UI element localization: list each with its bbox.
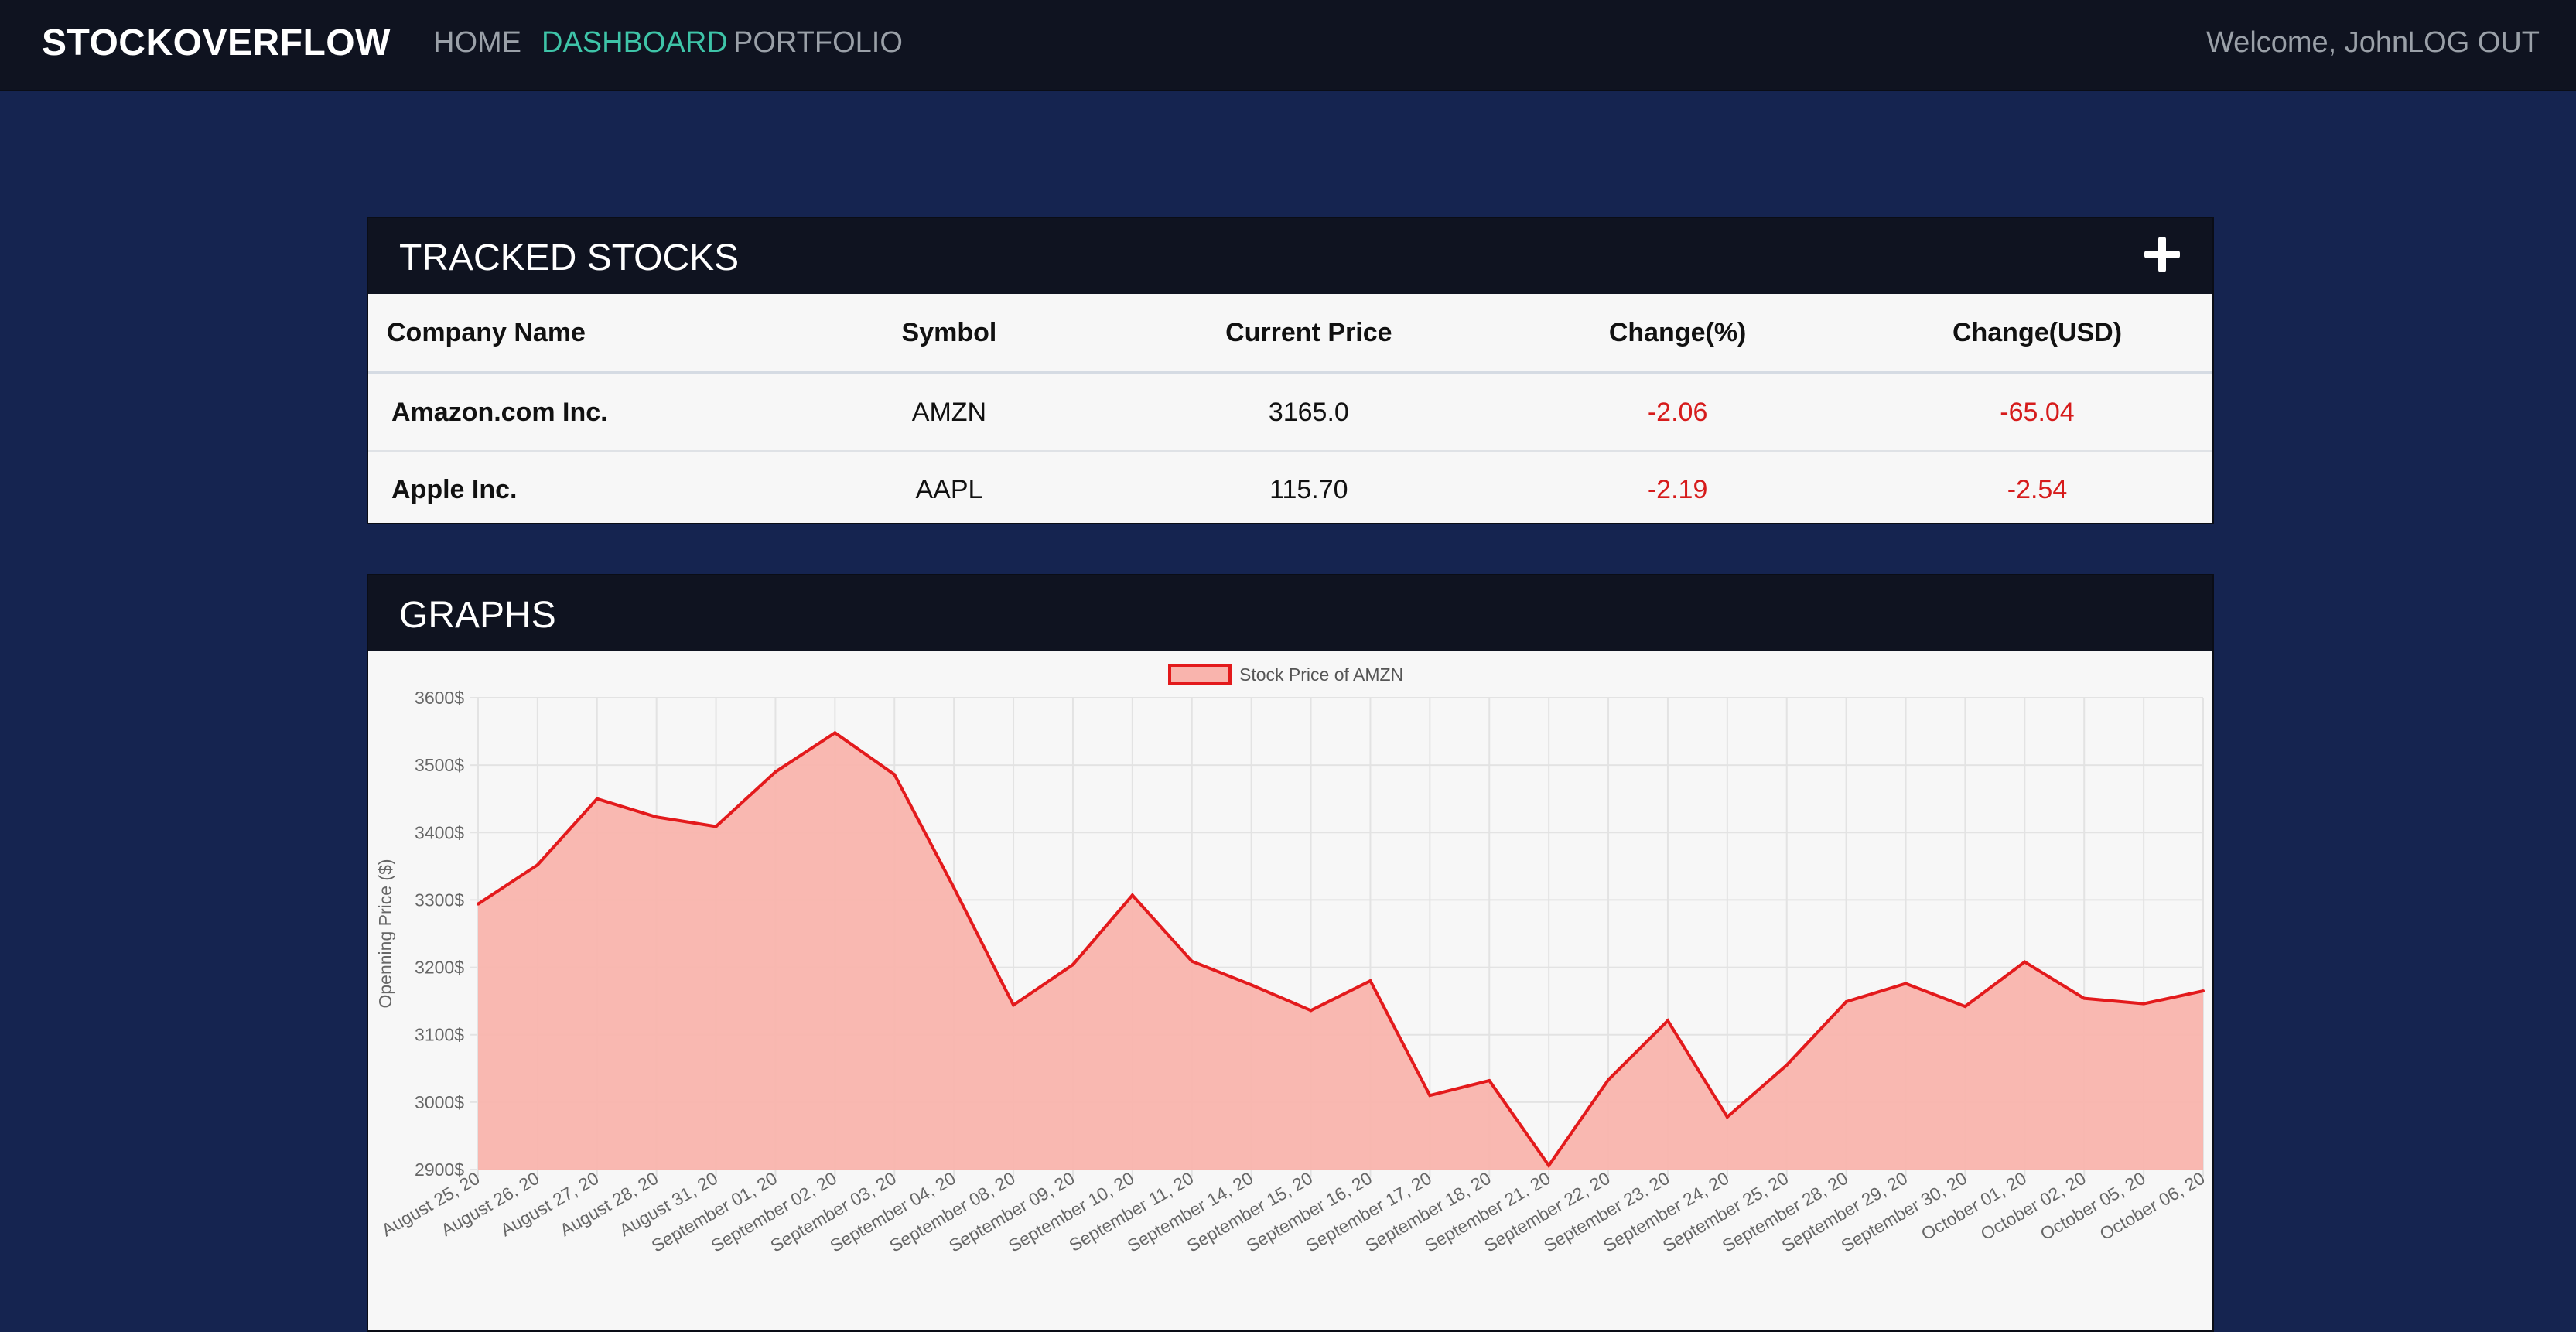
data-point: [1071, 963, 1074, 967]
change-usd-cell: -2.54: [2007, 474, 2068, 504]
col-company-name[interactable]: Company Name: [368, 294, 774, 374]
change-pct-cell: -2.19: [1647, 474, 1708, 504]
company-name-cell: Amazon.com Inc.: [368, 373, 774, 452]
data-point: [2142, 1002, 2146, 1006]
y-tick-label: 3400$: [415, 822, 464, 842]
graphs-title: GRAPHS: [399, 595, 556, 636]
data-point: [952, 886, 956, 890]
top-navbar: STOCKOVERFLOW HOME DASHBOARD PORTFOLIO W…: [0, 0, 2576, 91]
y-tick-label: 3500$: [415, 755, 464, 775]
col-change-pct[interactable]: Change(%): [1493, 294, 1863, 374]
y-axis-title: Openning Price ($): [375, 859, 395, 1008]
data-point: [1309, 1009, 1313, 1013]
data-point: [774, 770, 777, 774]
logout-link[interactable]: LOG OUT: [2407, 26, 2540, 60]
graphs-panel: GRAPHS 3600$ 3500$ 3400$ 3300$ 3200$ 3100$ 300…: [367, 574, 2214, 1332]
company-name-cell: Apple Inc.: [391, 474, 518, 504]
y-tick-label: 3600$: [415, 688, 464, 708]
data-point: [1012, 1003, 1016, 1007]
y-tick-label: 3100$: [415, 1025, 464, 1045]
data-point: [1666, 1019, 1669, 1023]
graphs-header: GRAPHS: [368, 575, 2212, 651]
price-cell: 3165.0: [1124, 373, 1494, 452]
data-point: [1963, 1005, 1967, 1009]
tracked-stocks-title: TRACKED STOCKS: [399, 237, 740, 278]
table-row[interactable]: Amazon.com Inc. AMZN 3165.0 -2.06 -65.04: [368, 373, 2212, 452]
brand-logo[interactable]: STOCKOVERFLOW: [42, 22, 391, 64]
symbol-cell: AAPL: [915, 474, 983, 504]
change-usd-cell: -65.04: [1862, 373, 2212, 452]
data-point: [1488, 1078, 1491, 1082]
data-point: [2023, 960, 2027, 964]
legend-label: Stock Price of AMZN: [1239, 664, 1403, 685]
col-change-usd[interactable]: Change(USD): [1862, 294, 2212, 374]
x-tick-label: October 06, 20: [2096, 1168, 2209, 1245]
tracked-stocks-panel: TRACKED STOCKS Company Name Symbol Curre…: [367, 217, 2214, 524]
tracked-stocks-table: Company Name Symbol Current Price Change…: [368, 294, 2212, 528]
nav-home-link[interactable]: HOME: [433, 26, 521, 60]
data-point: [1190, 959, 1194, 963]
data-point: [1607, 1078, 1611, 1082]
col-symbol[interactable]: Symbol: [774, 294, 1125, 374]
plus-icon[interactable]: [2143, 235, 2181, 274]
data-point: [535, 863, 539, 867]
symbol-cell: AMZN: [774, 373, 1125, 452]
data-point: [1904, 982, 1908, 985]
data-point: [1844, 1000, 1848, 1004]
data-point: [1547, 1163, 1551, 1167]
data-point: [2202, 989, 2205, 993]
legend-swatch: [1168, 664, 1232, 685]
nav-dashboard-link[interactable]: DASHBOARD: [542, 26, 728, 60]
y-tick-label: 3300$: [415, 890, 464, 910]
y-tick-label: 3200$: [415, 958, 464, 978]
data-point: [1428, 1094, 1432, 1098]
data-point: [714, 825, 718, 828]
data-point: [595, 797, 599, 801]
change-pct-cell: -2.06: [1493, 373, 1863, 452]
data-point: [654, 815, 658, 819]
series-area-fill: [478, 733, 2203, 1170]
data-point: [893, 773, 897, 777]
nav-portfolio-link[interactable]: PORTFOLIO: [733, 26, 903, 60]
data-point: [833, 731, 837, 735]
price-cell: 115.70: [1269, 474, 1348, 504]
tracked-stocks-header: TRACKED STOCKS: [368, 218, 2212, 294]
data-point: [1130, 893, 1134, 897]
data-point: [477, 902, 480, 906]
welcome-text: Welcome, John: [2206, 26, 2409, 59]
table-header-row: Company Name Symbol Current Price Change…: [368, 294, 2212, 374]
y-tick-label: 3000$: [415, 1092, 464, 1112]
data-point: [2082, 996, 2086, 1000]
data-point: [1249, 983, 1253, 987]
data-point: [1368, 979, 1372, 982]
table-row[interactable]: Apple Inc. AAPL 115.70 -2.19 -2.54: [368, 451, 2212, 528]
amzn-price-chart[interactable]: 3600$3500$3400$3300$3200$3100$3000$2900$…: [368, 651, 2212, 1332]
data-point: [1725, 1115, 1729, 1119]
data-point: [1785, 1063, 1789, 1067]
col-current-price[interactable]: Current Price: [1124, 294, 1494, 374]
